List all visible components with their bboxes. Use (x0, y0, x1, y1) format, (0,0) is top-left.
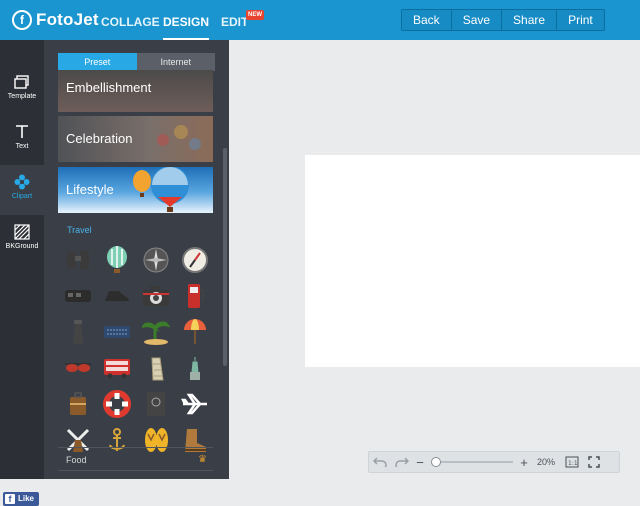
leaning-tower-icon[interactable] (141, 353, 171, 383)
save-button[interactable]: Save (451, 10, 503, 30)
left-toolbar: Template Text Clipart BKGround f Like (0, 40, 44, 506)
facebook-like-button[interactable]: f Like (3, 492, 39, 506)
tab-internet[interactable]: Internet (136, 53, 215, 71)
lighthouse-icon[interactable] (63, 317, 93, 347)
logo-text: FotoJet (36, 10, 99, 29)
keyboard-icon[interactable] (102, 317, 132, 347)
flower-icon (14, 174, 30, 190)
zoom-slider[interactable] (431, 457, 513, 467)
tab-preset[interactable]: Preset (58, 53, 137, 71)
nav-collage[interactable]: COLLAGE (101, 0, 160, 40)
nav-design[interactable]: DESIGN (163, 0, 210, 40)
back-button[interactable]: Back (402, 10, 452, 30)
compass-rose-icon[interactable] (141, 245, 171, 275)
beach-umbrella-icon[interactable] (180, 317, 210, 347)
facebook-like-label: Like (18, 494, 35, 503)
background-icon (14, 224, 30, 240)
category-embellishment-label: Embellishment (66, 80, 152, 95)
left-nav-template[interactable]: Template (0, 65, 44, 115)
category-celebration-label: Celebration (66, 131, 133, 146)
left-nav-clipart[interactable]: Clipart (0, 165, 44, 215)
left-nav-template-label: Template (7, 93, 37, 100)
category-lifestyle-label: Lifestyle (66, 182, 114, 197)
left-nav-background-label: BKGround (5, 243, 39, 250)
print-button[interactable]: Print (557, 10, 604, 30)
left-nav-background[interactable]: BKGround (0, 215, 44, 265)
logo[interactable]: f FotoJet (12, 9, 99, 31)
category-celebration[interactable]: Celebration (58, 116, 213, 162)
compass-icon[interactable] (180, 245, 210, 275)
train-icon[interactable] (63, 281, 93, 311)
section-food[interactable]: Food ♛ (58, 447, 213, 471)
panel-scrollbar[interactable] (223, 148, 227, 366)
redo-icon (395, 457, 409, 467)
new-badge: NEW (246, 10, 264, 20)
binoculars-icon[interactable] (63, 245, 93, 275)
passport-icon[interactable] (141, 389, 171, 419)
section-food-label: Food (66, 455, 87, 465)
sunglasses-icon[interactable] (63, 353, 93, 383)
text-icon (16, 125, 28, 138)
fuel-pump-icon[interactable] (180, 281, 210, 311)
source-tabs: Preset Internet (58, 53, 215, 71)
nav-edit[interactable]: EDIT (221, 0, 248, 40)
fullscreen-icon (588, 456, 600, 468)
zoom-toolbar: − + 20% 1:1 (368, 451, 620, 473)
double-decker-bus-icon[interactable] (102, 353, 132, 383)
template-icon (14, 75, 29, 89)
minus-icon: − (416, 454, 424, 470)
hot-air-balloon-icon[interactable] (102, 245, 132, 275)
crown-icon: ♛ (198, 454, 207, 465)
share-button[interactable]: Share (502, 10, 558, 30)
hot-air-balloons-icon (133, 167, 189, 212)
action-group: Back Save Share Print (401, 9, 605, 31)
zoom-slider-knob[interactable] (431, 457, 441, 467)
life-ring-icon[interactable] (102, 389, 132, 419)
clipart-panel: Preset Internet Embellishment Celebratio… (44, 40, 229, 479)
zoom-value: 20% (536, 457, 555, 467)
left-nav-text-label: Text (15, 143, 29, 150)
undo-button[interactable] (369, 452, 391, 472)
design-canvas[interactable] (305, 155, 640, 367)
camera-icon[interactable] (141, 281, 171, 311)
zoom-in-button[interactable]: + (517, 452, 531, 472)
statue-of-liberty-icon[interactable] (180, 353, 210, 383)
redo-button[interactable] (391, 452, 413, 472)
party-decor-icon (157, 125, 201, 150)
undo-icon (373, 457, 387, 467)
zoom-out-button[interactable]: − (413, 452, 427, 472)
left-nav-clipart-label: Clipart (11, 193, 33, 200)
logo-mark: f (12, 10, 32, 30)
left-nav-text[interactable]: Text (0, 115, 44, 165)
clipart-grid (58, 242, 218, 479)
category-embellishment[interactable]: Embellishment (58, 70, 213, 112)
hiking-boot-icon[interactable] (102, 281, 132, 311)
category-lifestyle[interactable]: Lifestyle (58, 167, 213, 213)
palm-tree-island-icon[interactable] (141, 317, 171, 347)
actual-size-icon: 1:1 (565, 456, 579, 468)
facebook-icon: f (5, 494, 15, 504)
plus-icon: + (520, 454, 528, 470)
suitcase-icon[interactable] (63, 389, 93, 419)
section-travel-label: Travel (67, 225, 92, 235)
svg-text:1:1: 1:1 (568, 460, 578, 467)
fit-screen-button[interactable] (583, 452, 605, 472)
top-bar: f FotoJet COLLAGE DESIGN EDIT NEW Back S… (0, 0, 640, 40)
actual-size-button[interactable]: 1:1 (561, 452, 583, 472)
airplane-icon[interactable] (180, 389, 210, 419)
